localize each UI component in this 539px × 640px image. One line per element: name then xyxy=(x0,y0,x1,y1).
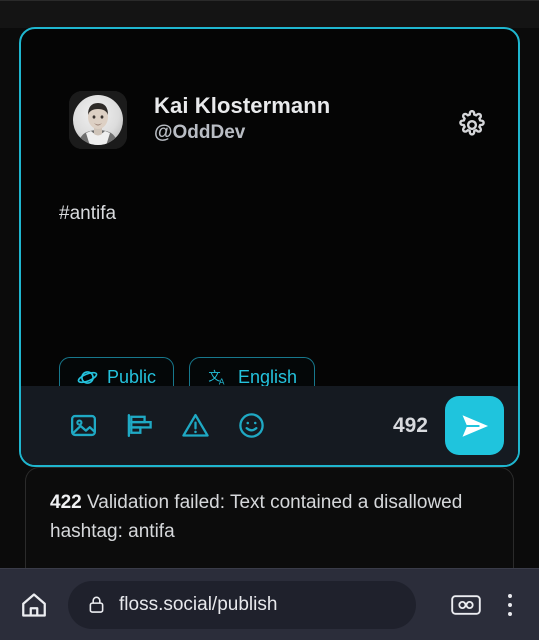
emoji-smiley-icon xyxy=(238,413,264,438)
emoji-button[interactable] xyxy=(236,411,266,441)
avatar[interactable] xyxy=(69,91,127,149)
overflow-menu-dot xyxy=(508,593,512,598)
error-banner: 422 Validation failed: Text contained a … xyxy=(25,467,514,568)
home-icon xyxy=(22,592,46,617)
error-message: 422 Validation failed: Text contained a … xyxy=(50,488,485,546)
composer-tool-icons xyxy=(68,411,266,441)
gear-icon xyxy=(459,110,485,136)
tab-count-icon xyxy=(451,594,481,615)
home-button[interactable] xyxy=(15,586,53,624)
language-chip-label: English xyxy=(238,367,298,387)
image-icon xyxy=(70,414,96,437)
composer-text-content[interactable]: #antifa xyxy=(59,201,478,227)
user-avatar-photo xyxy=(69,91,127,149)
composer-header: Kai Klostermann @OddDev xyxy=(21,29,518,149)
overflow-menu-button[interactable] xyxy=(493,586,527,624)
tab-switcher-button[interactable] xyxy=(449,588,483,622)
composer-toolbar: 492 xyxy=(21,386,518,465)
send-paper-plane-icon xyxy=(462,414,488,437)
globe-planet-icon xyxy=(77,367,98,388)
add-poll-button[interactable] xyxy=(124,411,154,441)
content-warning-button[interactable] xyxy=(180,411,210,441)
author-handle: @OddDev xyxy=(154,122,246,143)
browser-navigation-bar: floss.social/publish xyxy=(0,568,539,640)
author-display-name: Kai Klostermann xyxy=(154,93,331,118)
composer-card: Kai Klostermann @OddDev #antifa Public 文… xyxy=(19,27,520,467)
svg-text:A: A xyxy=(219,377,225,387)
url-bar[interactable]: floss.social/publish xyxy=(68,580,416,629)
error-code: 422 xyxy=(50,492,82,513)
send-button[interactable] xyxy=(445,396,504,455)
character-count: 492 xyxy=(392,413,428,437)
author-identity: Kai Klostermann @OddDev xyxy=(154,93,330,145)
visibility-chip-label: Public xyxy=(107,367,157,387)
lock-icon xyxy=(86,594,107,615)
error-message-text: Validation failed: Text contained a disa… xyxy=(50,492,463,542)
add-image-button[interactable] xyxy=(68,411,98,441)
overflow-menu-dot xyxy=(508,602,512,607)
overflow-menu-dot xyxy=(508,611,512,616)
translate-icon: 文 A xyxy=(207,367,229,388)
settings-button[interactable] xyxy=(456,109,488,141)
url-text: floss.social/publish xyxy=(119,593,278,615)
warning-triangle-icon xyxy=(181,413,209,437)
page-top-strip xyxy=(0,0,539,28)
poll-icon xyxy=(127,413,152,438)
app-screen: Kai Klostermann @OddDev #antifa Public 文… xyxy=(0,0,539,640)
